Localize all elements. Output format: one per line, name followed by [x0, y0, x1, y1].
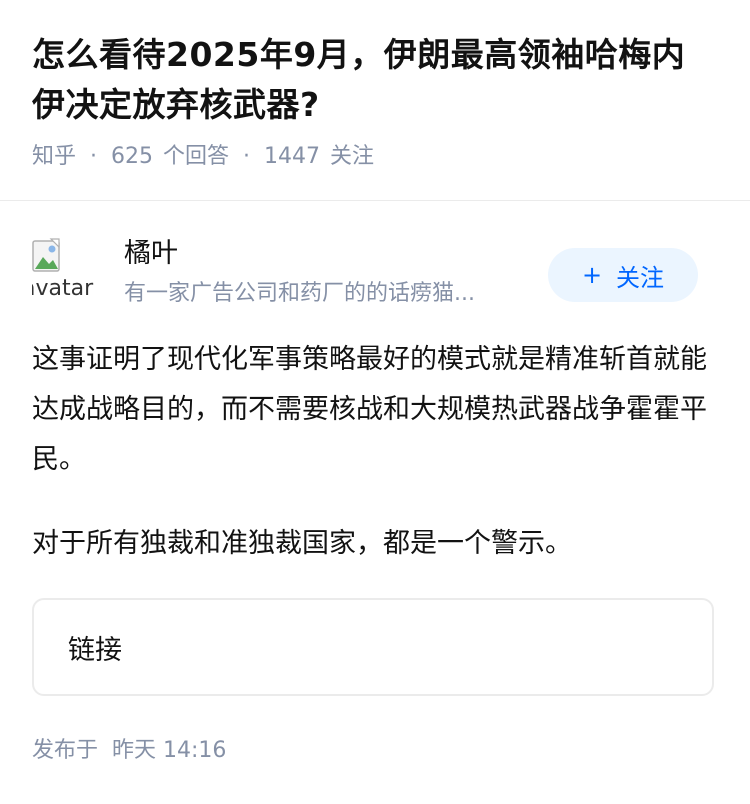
- divider: [0, 200, 750, 201]
- published-label: 发布于: [32, 738, 99, 763]
- broken-image-icon: [32, 238, 60, 272]
- question-title[interactable]: 怎么看待2025年9月，伊朗最高领袖哈梅内伊决定放弃核武器?: [32, 30, 718, 130]
- author-name[interactable]: 橘叶: [124, 236, 178, 272]
- plus-icon: +: [581, 261, 603, 289]
- follower-count-label: 关注: [330, 144, 375, 169]
- avatar[interactable]: avatar: [32, 238, 98, 304]
- author-row: avatar 橘叶 有一家广告公司和药厂的的话痨猫... + 关注: [32, 232, 698, 312]
- publish-info: 发布于 昨天 14:16: [32, 734, 226, 768]
- published-time: 昨天 14:16: [112, 738, 227, 763]
- link-card[interactable]: 链接: [32, 598, 714, 696]
- answer-content: 这事证明了现代化军事策略最好的模式就是精准斩首就能达成战略目的，而不需要核战和大…: [32, 335, 710, 569]
- answer-count: 625: [111, 144, 154, 169]
- avatar-alt-text: avatar: [32, 276, 94, 301]
- question-header: 怎么看待2025年9月，伊朗最高领袖哈梅内伊决定放弃核武器? 知乎 · 625 …: [0, 0, 750, 174]
- follow-button-label: 关注: [616, 263, 665, 292]
- question-meta: 知乎 · 625 个回答 · 1447 关注: [32, 140, 718, 174]
- answer-count-label: 个回答: [163, 144, 230, 169]
- follower-count: 1447: [264, 144, 321, 169]
- follow-button[interactable]: + 关注: [548, 248, 698, 302]
- meta-separator: ·: [243, 144, 251, 169]
- meta-separator: ·: [90, 144, 98, 169]
- link-card-label: 链接: [68, 634, 122, 666]
- answer-paragraph: 这事证明了现代化军事策略最好的模式就是精准斩首就能达成战略目的，而不需要核战和大…: [32, 344, 707, 475]
- source-label[interactable]: 知乎: [32, 140, 76, 174]
- author-bio: 有一家广告公司和药厂的的话痨猫...: [124, 281, 475, 306]
- answer-paragraph: 对于所有独裁和准独裁国家，都是一个警示。: [32, 528, 572, 559]
